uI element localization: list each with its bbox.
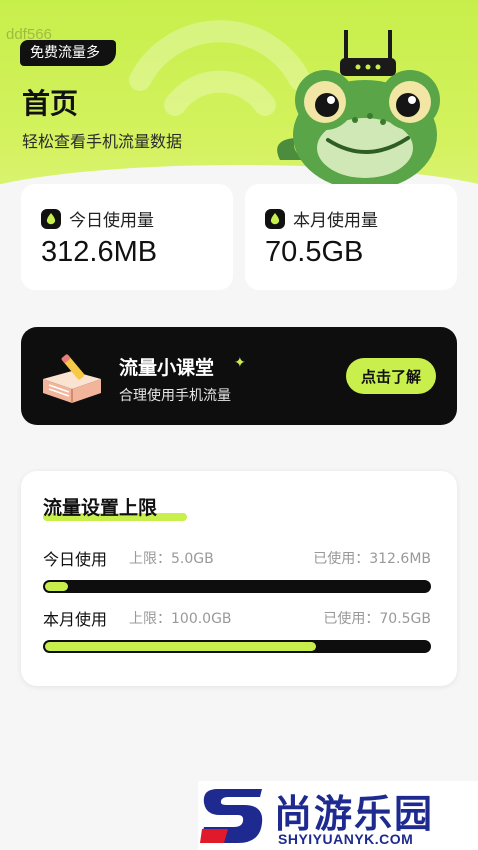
- site-watermark: 尚游乐园 SHYIYUANYK.COM: [198, 781, 478, 850]
- limit-title: 流量设置上限: [43, 497, 158, 519]
- frog-mascot-icon: [277, 30, 440, 190]
- lesson-title: 流量小课堂: [119, 357, 215, 379]
- data-drop-icon: [265, 208, 285, 229]
- progress-bar: [43, 580, 431, 593]
- data-limit-card: 流量设置上限 今日使用 上限：5.0GB 已使用：312.6MB 本月使用 上限…: [21, 471, 457, 686]
- month-usage-card: 本月使用量 70.5GB: [245, 184, 457, 290]
- today-usage-card: 今日使用量 312.6MB: [21, 184, 233, 290]
- progress-fill: [45, 582, 68, 591]
- today-usage-label: 今日使用量: [69, 211, 154, 231]
- row-limit: 上限：5.0GB: [129, 551, 214, 567]
- row-used: 已使用：312.6MB: [313, 551, 431, 567]
- month-limit-row[interactable]: 本月使用 上限：100.0GB 已使用：70.5GB: [43, 606, 431, 653]
- page-subtitle: 轻松查看手机流量数据: [22, 132, 183, 151]
- data-drop-icon: [41, 208, 61, 229]
- month-usage-label: 本月使用量: [293, 211, 378, 231]
- free-data-badge: 免费流量多: [20, 40, 116, 66]
- progress-bar: [43, 640, 431, 653]
- progress-fill: [45, 642, 316, 651]
- sparkle-icon: ✦: [234, 355, 246, 371]
- book-pencil-icon: [43, 354, 101, 403]
- lesson-subtitle: 合理使用手机流量: [119, 388, 231, 404]
- page-title: 首页: [22, 87, 79, 120]
- brand-url: SHYIYUANYK.COM: [278, 831, 414, 847]
- today-limit-row[interactable]: 今日使用 上限：5.0GB 已使用：312.6MB: [43, 546, 431, 593]
- learn-more-button[interactable]: 点击了解: [346, 358, 436, 394]
- row-name: 今日使用: [43, 550, 108, 569]
- row-name: 本月使用: [43, 610, 108, 629]
- month-usage-value: 70.5GB: [265, 236, 364, 268]
- brand-name: 尚游乐园: [274, 792, 435, 836]
- row-used: 已使用：70.5GB: [323, 611, 431, 627]
- data-lesson-banner[interactable]: 流量小课堂 ✦ 合理使用手机流量 点击了解: [21, 327, 457, 425]
- row-limit: 上限：100.0GB: [129, 611, 232, 627]
- brand-logo-icon: [200, 789, 263, 843]
- today-usage-value: 312.6MB: [41, 236, 158, 268]
